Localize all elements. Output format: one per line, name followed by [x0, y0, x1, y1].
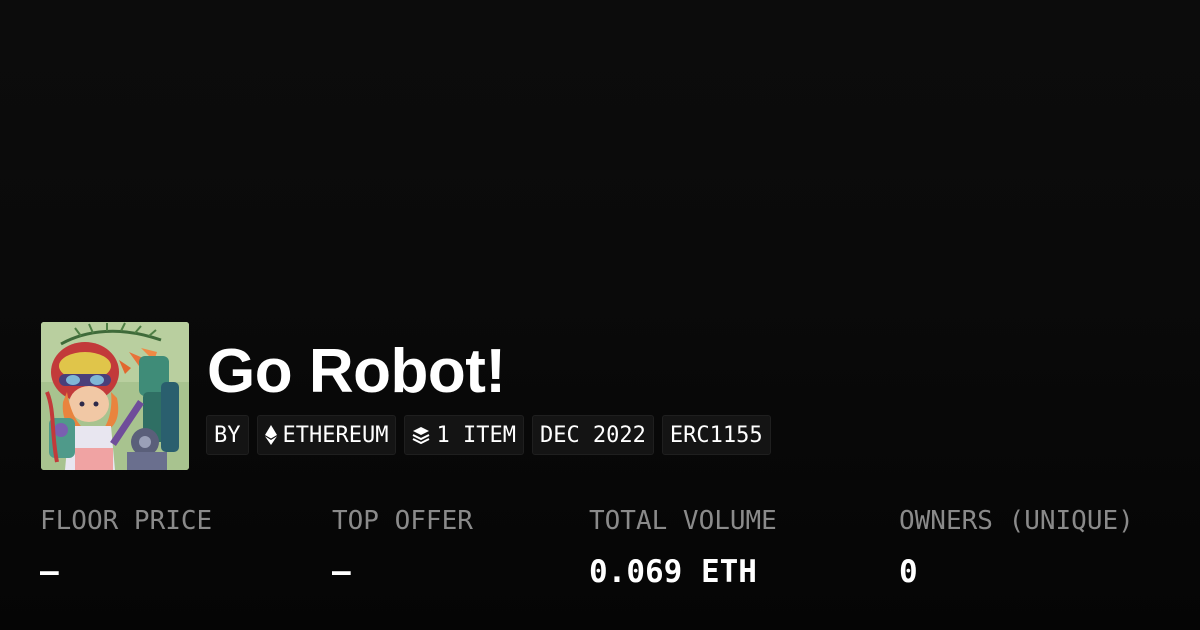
layers-icon [412, 426, 430, 444]
stat-total-volume: TOTAL VOLUME 0.069 ETH [589, 502, 777, 592]
chain-label: ETHEREUM [282, 422, 389, 448]
stat-top-offer: TOP OFFER — [332, 502, 473, 592]
stat-value: 0 [899, 554, 918, 590]
stat-floor-price: FLOOR PRICE — [40, 502, 212, 592]
collection-share-card: Go Robot! BY ETHEREUM 1 ITEM DEC 2022 ER… [0, 0, 1200, 630]
stat-value: 0.069 ETH [589, 554, 757, 590]
collection-avatar [41, 322, 189, 470]
created-date-label: DEC 2022 [539, 422, 646, 448]
ethereum-icon [264, 425, 277, 445]
creator-label: BY [214, 422, 241, 448]
collection-meta-chips: BY ETHEREUM 1 ITEM DEC 2022 ERC1155 [206, 415, 771, 455]
stat-label: TOTAL VOLUME [589, 506, 777, 536]
collection-title: Go Robot! [207, 337, 506, 406]
stat-label: FLOOR PRICE [40, 506, 213, 536]
item-count-chip: 1 ITEM [404, 415, 524, 455]
token-standard-chip: ERC1155 [661, 415, 771, 455]
stat-owners: OWNERS (UNIQUE) 0 [899, 502, 1134, 592]
stat-label: TOP OFFER [332, 506, 473, 536]
created-date-chip: DEC 2022 [531, 415, 654, 455]
item-count-label: 1 ITEM [436, 422, 516, 448]
collection-stats: FLOOR PRICE — TOP OFFER — TOTAL VOLUME 0… [0, 502, 1200, 602]
stat-label: OWNERS (UNIQUE) [899, 506, 1134, 536]
chain-chip: ETHEREUM [256, 415, 397, 455]
creator-chip[interactable]: BY [206, 415, 249, 455]
stat-value: — [40, 554, 59, 590]
stat-value: — [332, 554, 351, 590]
token-standard-label: ERC1155 [669, 422, 763, 448]
